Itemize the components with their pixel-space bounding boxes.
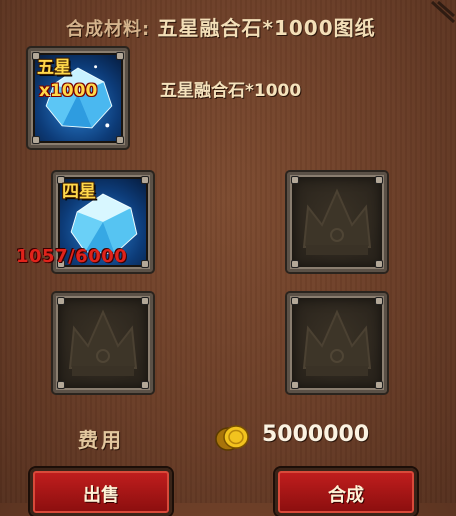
synthesize-button[interactable]: 合成 (275, 468, 417, 516)
header-value: 五星融合石*1000图纸 (157, 16, 376, 40)
material-slot-3[interactable] (53, 293, 153, 393)
rivet (376, 177, 382, 183)
rivet (33, 137, 39, 143)
corner-ornament (430, 0, 456, 24)
gold-coin-icon (215, 425, 249, 451)
rivet (292, 382, 298, 388)
rivet (142, 298, 148, 304)
crown-icon (302, 188, 372, 255)
cost-label: 费用 (78, 428, 124, 452)
rivet (376, 382, 382, 388)
target-item-name: 五星融合石*1000 (160, 81, 302, 101)
rivet (376, 261, 382, 267)
rivet (117, 53, 123, 59)
rivet (142, 382, 148, 388)
rivet (142, 177, 148, 183)
target-item-slot[interactable]: 五星 x1000 (28, 48, 128, 148)
rivet (292, 298, 298, 304)
cost-value: 5000000 (262, 422, 370, 447)
header-label: 合成材料: (66, 19, 151, 40)
rivet (142, 261, 148, 267)
rivet (58, 382, 64, 388)
rivet (117, 137, 123, 143)
rivet (376, 298, 382, 304)
rivet (292, 261, 298, 267)
star-rank-badge: 五星 (37, 58, 71, 78)
crown-icon (68, 309, 138, 376)
sell-button[interactable]: 出售 (30, 468, 172, 516)
header-title: 合成材料: 五星融合石*1000图纸 (66, 12, 376, 41)
rivet (292, 177, 298, 183)
star-rank-badge: 四星 (62, 182, 96, 202)
rivet (58, 298, 64, 304)
item-quantity: x1000 (39, 81, 98, 101)
crown-icon (302, 309, 372, 376)
material-slot-4[interactable] (287, 293, 387, 393)
material-progress: 1057/6000 (16, 246, 128, 267)
material-slot-2[interactable] (287, 172, 387, 272)
